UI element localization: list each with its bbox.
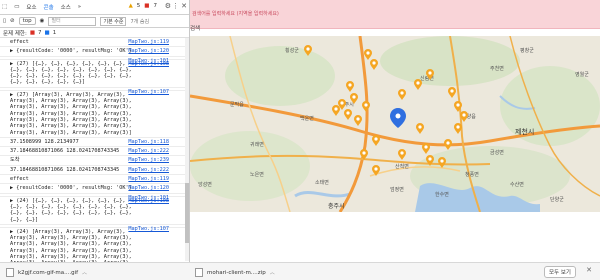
map-label: 충주시 [328, 202, 345, 210]
console-text: ▶ (27) [Array(3), Array(3), Array(3), Ar… [10, 91, 135, 136]
tab-console[interactable]: 콘솔 [44, 3, 54, 11]
console-scrollbar[interactable] [185, 38, 189, 261]
console-filterbar: ▯ ⊘ top ◉ 필터 기본 수준 7개 숨김 [0, 15, 189, 28]
close-icon[interactable]: ✕ [181, 2, 187, 10]
map-label: 소태면 [315, 179, 329, 186]
console-entry: MapTwo.js:119 effect [0, 175, 189, 185]
map-label: 한수면 [435, 191, 449, 198]
map-label: 청풍면 [465, 171, 479, 178]
map-label: 제천시 [515, 127, 534, 136]
show-all-button[interactable]: 모두 보기 [544, 266, 576, 278]
issues-info-count: 1 [52, 29, 57, 36]
more-tabs-icon[interactable]: » [78, 4, 81, 10]
scrollbar-thumb[interactable] [185, 183, 189, 243]
search-label: 검색 [190, 26, 201, 32]
device-icon[interactable]: ▭ [14, 4, 19, 10]
map-label: 영월군 [575, 71, 589, 78]
console-text: ▶ (24) [Array(3), Array(3), Array(3), Ar… [10, 228, 132, 262]
gear-icon[interactable]: ⚙ [165, 2, 171, 10]
download-item[interactable]: k2gjf.com-gif-ma....gif ︿ [6, 268, 87, 277]
source-link[interactable]: MapTwo.js:120 [128, 185, 169, 191]
issues-bar[interactable]: 문제 제한: ■ 7 ■ 1 [0, 28, 189, 38]
source-link[interactable]: MapTwo.js:222 [128, 167, 169, 173]
console-entry: MapTwo.js:108 ▶ (27) [{…}, {…}, {…}, {…},… [0, 60, 189, 88]
more-options-icon[interactable]: ⋮ [172, 2, 179, 10]
map-label: 금성면 [490, 149, 504, 156]
issues-error-icon: ■ [29, 29, 36, 36]
map-label: 엄정면 [390, 186, 404, 193]
source-link[interactable]: MapTwo.js:119 [128, 39, 169, 45]
source-link[interactable]: MapTwo.js:108 [128, 61, 169, 67]
inspect-icon[interactable]: ⬚ [2, 4, 7, 10]
map-label: 백운면 [300, 115, 314, 122]
console-entry: MapTwo.js:222 37.18468810871066 128.02417… [0, 166, 189, 176]
chevron-up-icon[interactable]: ︿ [270, 269, 275, 276]
console-entry: MapTwo.js:108 ▶ (24) [{…}, {…}, {…}, {…},… [0, 197, 189, 225]
map-label: 주천면 [490, 65, 504, 72]
page-blank-area [190, 212, 600, 262]
error-count: 7 [153, 3, 158, 9]
map-container[interactable]: 원주시 제천시 충주시 단양군 평창군 영월군 횡성군 문막읍 귀래면 주천면 … [190, 36, 600, 212]
console-log: MapTwo.js:119 effect MapTwo.js:120 ▶ {resul… [0, 38, 189, 262]
console-entry: ▶ (24) [Array(3), Array(3), Array(3), Ar… [0, 228, 189, 262]
map-label: 문막읍 [230, 101, 244, 108]
map-label: 산척면 [395, 163, 409, 170]
source-link[interactable]: MapTwo.js:239 [128, 157, 169, 163]
map-label: 단양군 [550, 196, 564, 203]
console-entry: MapTwo.js:119 effect [0, 38, 189, 48]
download-filename: mohari-client-m....zip [207, 269, 266, 276]
source-link[interactable]: MapTwo.js:119 [128, 176, 169, 182]
eye-icon[interactable]: ◉ [40, 18, 45, 24]
source-link[interactable]: MapTwo.js:120 [128, 48, 169, 54]
error-icon: ■ [144, 3, 150, 9]
tab-elements[interactable]: 요소 [26, 3, 36, 11]
download-filename: k2gjf.com-gif-ma....gif [18, 269, 79, 276]
source-link[interactable]: MapTwo.js:222 [128, 148, 169, 154]
close-icon[interactable]: ✕ [586, 266, 592, 274]
file-icon [6, 268, 14, 277]
issues-info-icon: ■ [44, 29, 50, 36]
warning-icon: ▲ [128, 3, 133, 9]
file-icon [195, 268, 203, 277]
map-label: 앙성면 [198, 181, 212, 188]
console-entry: MapTwo.js:222 37.18468810871066 128.02417… [0, 147, 189, 157]
page-viewport: 검색어를 입력하세요 (지역을 입력하세요) 검색 원주시 제천시 충주시 단양… [190, 0, 600, 262]
levels-select[interactable]: 기본 수준 [100, 16, 127, 26]
source-link[interactable]: MapTwo.js:118 [128, 139, 169, 145]
issues-error-count: 7 [38, 29, 42, 36]
filter-input[interactable]: 필터 [48, 16, 97, 26]
devtools-tabbar: ⬚ ▭ 요소 콘솔 소스 » ▲ 5 ■ 7 ⚙ ⋮ ✕ [0, 0, 189, 15]
map-label: 수산면 [510, 181, 524, 188]
download-item[interactable]: mohari-client-m....zip ︿ [195, 268, 275, 277]
issues-label: 문제 제한: [3, 30, 27, 37]
console-entry: MapTwo.js:118 37.1508999 128.2134977 [0, 138, 189, 148]
hidden-count: 7개 숨김 [130, 18, 150, 25]
console-entry: MapTwo.js:120 ▶ {resultCode: '0000', resu… [0, 184, 189, 194]
console-entry: MapTwo.js:239 도착 [0, 156, 189, 166]
warning-count: 5 [136, 3, 141, 9]
context-select[interactable]: top [18, 17, 36, 25]
clear-console-icon[interactable]: ⊘ [10, 18, 15, 24]
download-bar: k2gjf.com-gif-ma....gif ︿ mohari-client-… [0, 262, 600, 280]
tab-sources[interactable]: 소스 [61, 3, 71, 11]
chevron-up-icon[interactable]: ︿ [82, 269, 87, 276]
map-label: 노은면 [250, 171, 264, 178]
sidebar-toggle-icon[interactable]: ▯ [3, 18, 6, 24]
console-entry: ▶ (27) [Array(3), Array(3), Array(3), Ar… [0, 91, 189, 138]
map-label: 귀래면 [250, 141, 264, 148]
search-banner: 검색어를 입력하세요 (지역을 입력하세요) [190, 0, 600, 29]
map-svg: 원주시 제천시 충주시 단양군 평창군 영월군 횡성군 문막읍 귀래면 주천면 … [190, 36, 600, 212]
console-entry: MapTwo.js:120 ▶ {resultCode: '0000', resu… [0, 47, 189, 57]
devtools-panel: ⬚ ▭ 요소 콘솔 소스 » ▲ 5 ■ 7 ⚙ ⋮ ✕ ▯ ⊘ top ◉ 필터 … [0, 0, 190, 262]
search-hint[interactable]: 검색어를 입력하세요 (지역을 입력하세요) [192, 10, 279, 17]
map-label: 평창군 [520, 47, 534, 54]
map-label: 횡성군 [285, 47, 299, 54]
source-link[interactable]: MapTwo.js:108 [128, 198, 169, 204]
